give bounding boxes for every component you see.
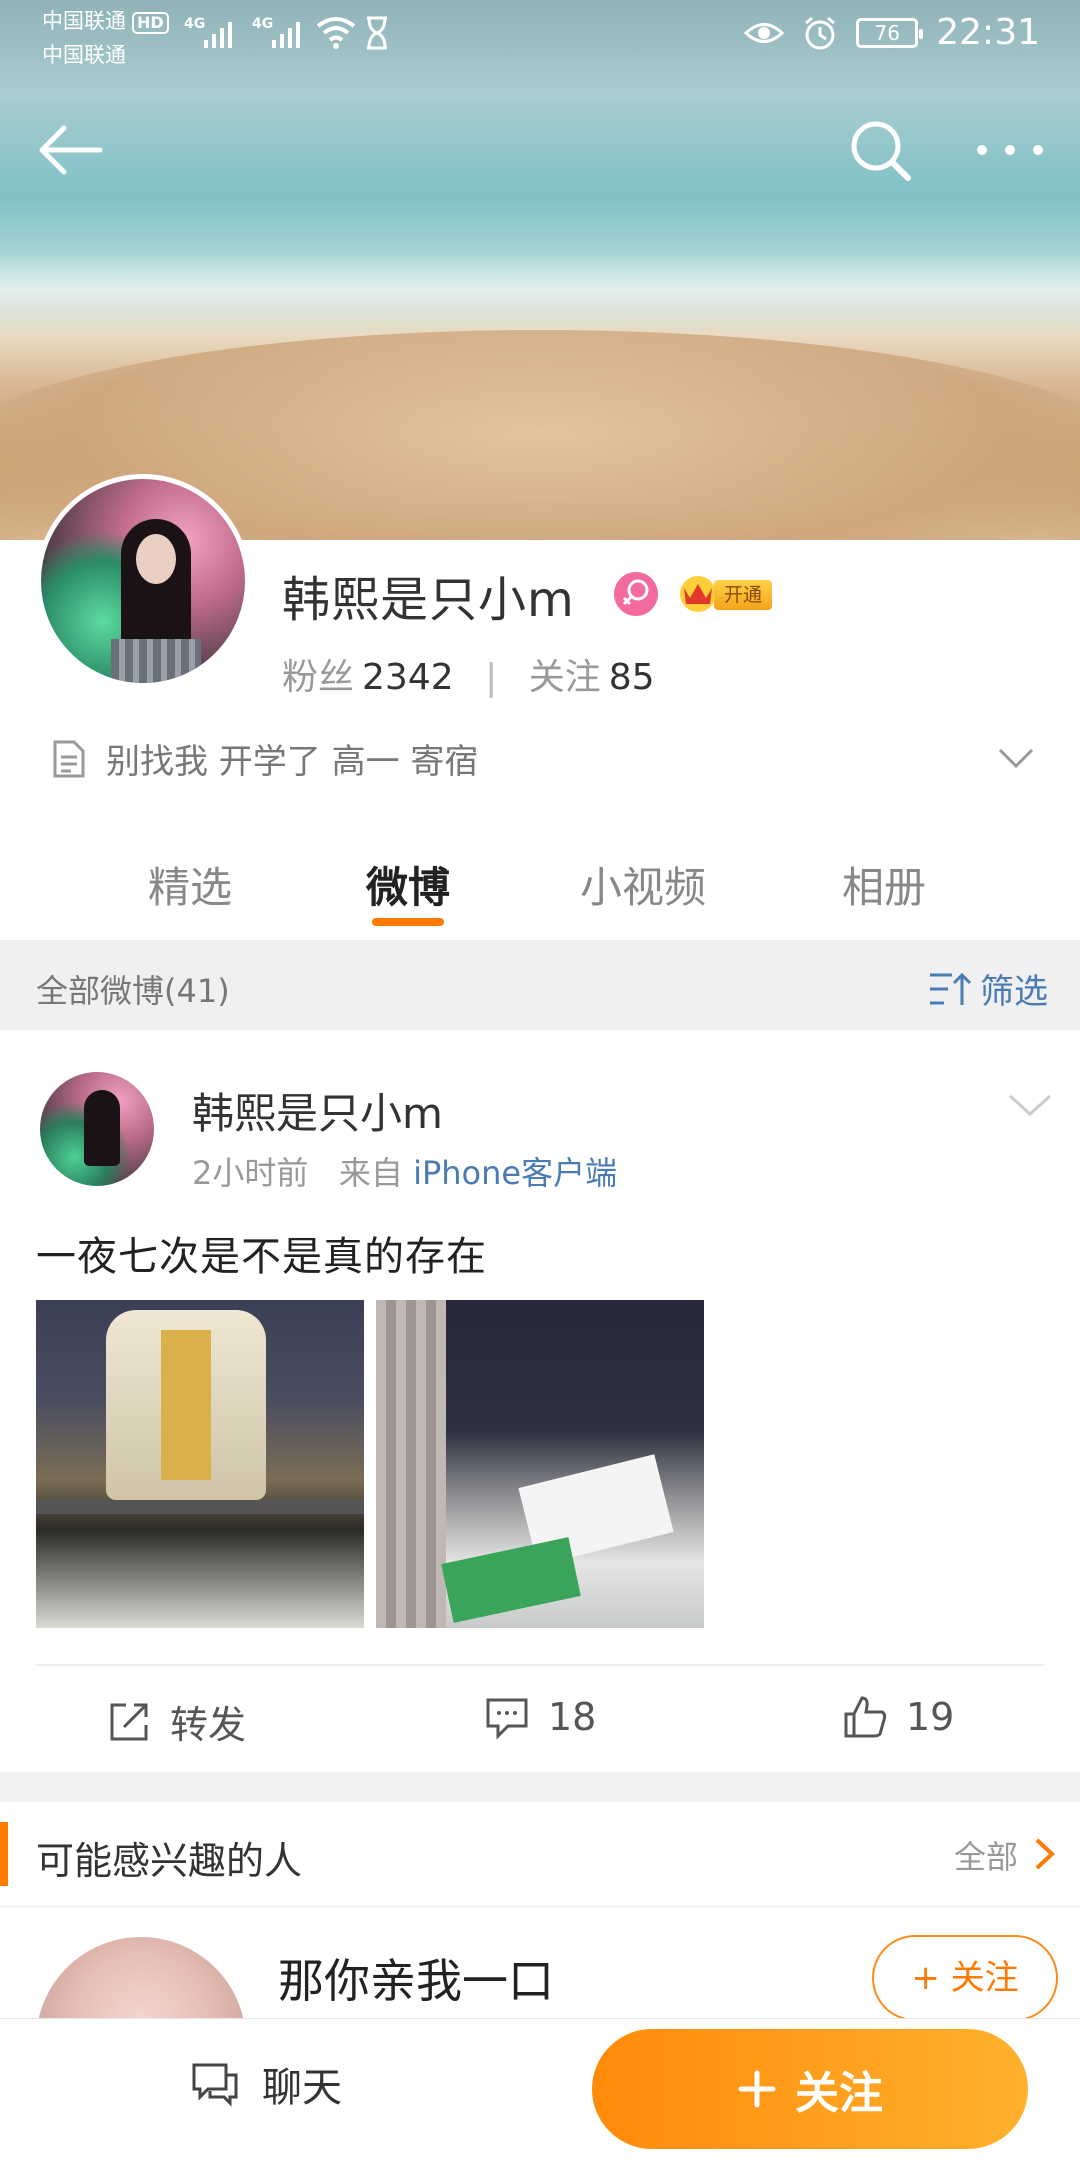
carrier-name: 中国联通 — [42, 9, 126, 33]
chevron-down-icon[interactable] — [996, 738, 1036, 778]
more-icon[interactable] — [970, 110, 1050, 190]
suggested-person[interactable]: 那你亲我一口 + 关注 — [0, 1906, 1080, 2026]
clock: 22:31 — [936, 12, 1040, 53]
bio[interactable]: 别找我 开学了 高一 寄宿 — [52, 734, 478, 783]
tab-short-video[interactable]: 小视频 — [580, 854, 706, 915]
wifi-icon — [316, 17, 356, 49]
filter-label: 筛选 — [980, 972, 1048, 1012]
like-button[interactable]: 19 — [842, 1694, 954, 1740]
tab-featured[interactable]: 精选 — [148, 854, 232, 915]
section-accent-bar — [0, 1822, 8, 1886]
repost-icon — [110, 1703, 148, 1740]
tab-album[interactable]: 相册 — [842, 854, 926, 915]
post-meta: 2小时前 来自 iPhone客户端 — [192, 1148, 617, 1194]
plus-icon — [738, 2070, 776, 2108]
alarm-icon — [805, 16, 836, 49]
chevron-right-icon[interactable] — [1032, 1836, 1058, 1872]
hourglass-icon — [367, 16, 387, 50]
carrier-name-2: 中国联通 — [42, 43, 126, 67]
active-tab-indicator — [372, 918, 444, 926]
post-source[interactable]: iPhone客户端 — [413, 1154, 617, 1192]
post-photo-2[interactable] — [376, 1300, 704, 1628]
post-photo-1[interactable] — [36, 1300, 364, 1628]
suggested-name[interactable]: 那你亲我一口 — [278, 1945, 554, 2011]
document-icon — [53, 740, 85, 777]
search-icon[interactable] — [840, 110, 920, 190]
battery-icon: 76 — [856, 17, 924, 48]
divider — [36, 1664, 1044, 1666]
weibo-count: 全部微博(41) — [36, 972, 230, 1010]
repost-label: 转发 — [170, 1703, 247, 1747]
like-count: 19 — [906, 1695, 955, 1739]
follow-label: 关注 — [795, 2068, 883, 2119]
follow-button[interactable]: 关注 — [592, 2029, 1028, 2149]
network-type: 4G — [184, 16, 206, 32]
post-menu-chevron-icon[interactable] — [1008, 1086, 1052, 1126]
profile-tabs: 精选 微博 小视频 相册 — [0, 830, 1080, 940]
post-time: 2小时前 — [192, 1154, 309, 1192]
comment-button[interactable]: 18 — [484, 1694, 596, 1740]
repost-button[interactable]: 转发 — [106, 1694, 246, 1749]
post-avatar[interactable] — [40, 1072, 154, 1186]
chat-label: 聊天 — [262, 2065, 342, 2111]
avatar[interactable] — [36, 474, 250, 688]
suggested-follow-button[interactable]: + 关注 — [872, 1935, 1058, 2021]
filter-icon — [930, 972, 972, 1005]
following-label: 关注 — [528, 657, 601, 698]
post-text: 一夜七次是不是真的存在 — [36, 1234, 487, 1280]
female-icon — [614, 572, 658, 616]
hd-badge: HD — [132, 12, 169, 34]
post-author[interactable]: 韩熙是只小m — [192, 1080, 443, 1141]
post-from-label: 来自 — [338, 1154, 403, 1192]
bio-text: 别找我 开学了 高一 寄宿 — [106, 742, 479, 782]
suggested-all-link[interactable]: 全部 — [954, 1832, 1018, 1878]
profile-name: 韩熙是只小m — [282, 572, 575, 628]
signal-icon-2 — [272, 18, 312, 48]
fans-label: 粉丝 — [282, 657, 355, 698]
back-arrow-icon[interactable] — [30, 110, 110, 190]
filter-bar: 全部微博(41) 筛选 — [0, 940, 1080, 1030]
following-count[interactable]: 85 — [609, 657, 655, 698]
fans-count[interactable]: 2342 — [362, 657, 454, 698]
comment-count: 18 — [548, 1695, 597, 1739]
filter-button[interactable]: 筛选 — [928, 964, 1048, 1013]
suggested-avatar[interactable] — [36, 1937, 246, 2026]
bottom-action-bar: 聊天 关注 — [0, 2018, 1080, 2160]
chat-icon — [192, 2063, 238, 2107]
chat-button[interactable]: 聊天 — [190, 2055, 342, 2113]
profile-stats: 粉丝 2342 | 关注 85 — [282, 657, 655, 698]
thumbs-up-icon — [844, 1696, 887, 1738]
eye-icon — [744, 22, 785, 43]
network-type-2: 4G — [252, 16, 274, 32]
comment-icon — [486, 1698, 528, 1740]
vip-open-badge[interactable]: 开通 — [714, 580, 773, 610]
status-bar: 中国联通 HD 中国联通 4G 4G 76 22:31 — [0, 0, 1080, 70]
signal-icon — [204, 18, 244, 48]
tab-weibo[interactable]: 微博 — [366, 854, 450, 915]
cover-image — [0, 0, 1080, 540]
suggested-header: 可能感兴趣的人 全部 — [0, 1802, 1080, 1906]
suggested-title: 可能感兴趣的人 — [36, 1839, 303, 1883]
